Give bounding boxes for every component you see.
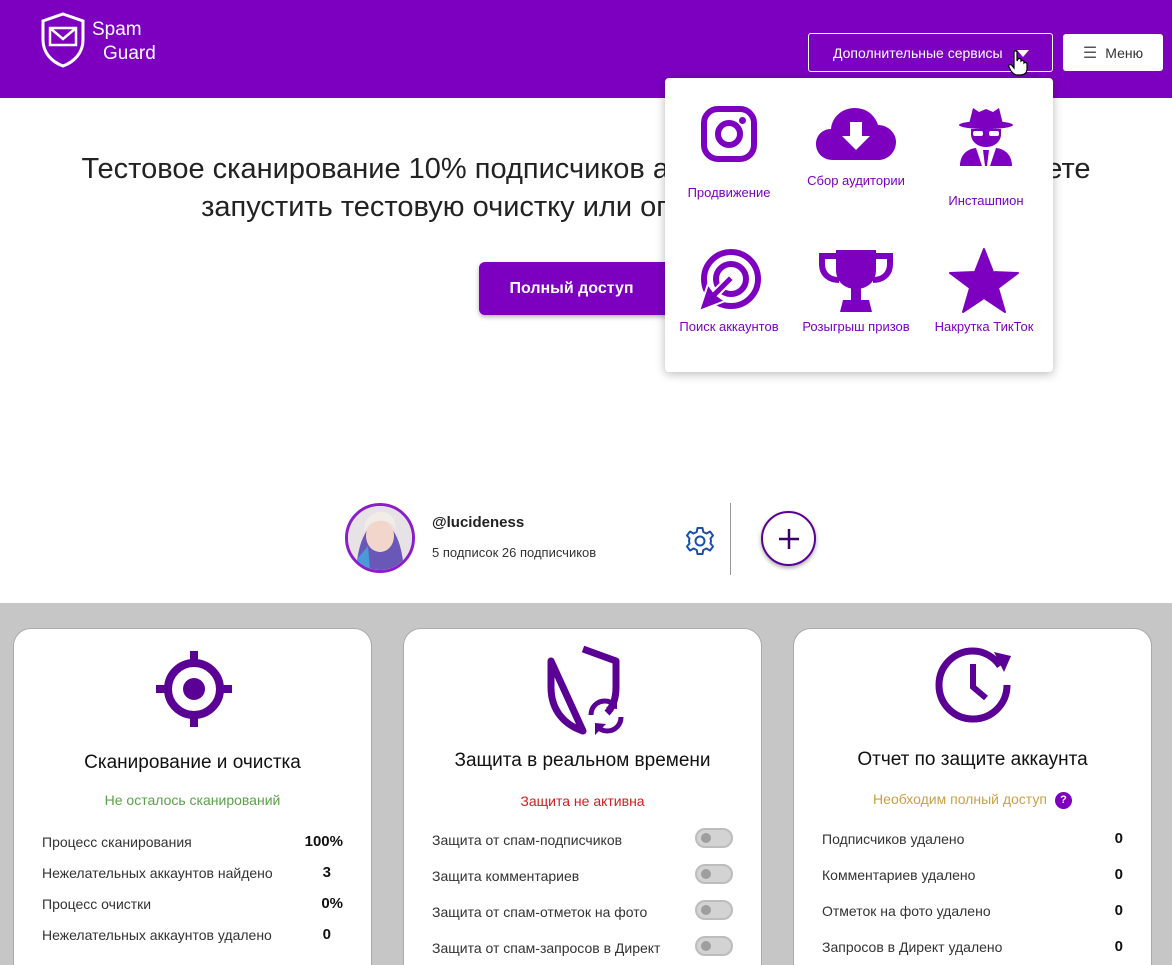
service-promotion[interactable]: Продвижение — [665, 106, 793, 200]
clock-history-icon — [935, 647, 1011, 723]
stat-label: Комментариев удалено — [822, 867, 976, 883]
crosshair-icon — [156, 651, 232, 727]
stat-value: 0 — [1114, 902, 1123, 919]
protection-toggle[interactable] — [695, 864, 733, 884]
stat-value: 0 — [1114, 830, 1123, 847]
stat-row: Нежелательных аккаунтов найдено 3 — [42, 864, 343, 881]
protection-row: Защита от спам-подписчиков — [432, 828, 733, 848]
card-scan-cleanup: Сканирование и очистка Не осталось скани… — [13, 628, 372, 965]
card-realtime-protection: Защита в реальном времени Защита не акти… — [403, 628, 762, 965]
stat-label: Процесс сканирования — [42, 834, 192, 850]
stat-label: Отметок на фото удалено — [822, 903, 991, 919]
add-account-button[interactable] — [761, 511, 816, 566]
service-account-search[interactable]: Поиск аккаунтов — [665, 248, 793, 334]
service-label: Накрутка ТикТок — [934, 319, 1034, 334]
star-icon — [949, 248, 1019, 313]
stat-row: Запросов в Директ удалено 0 — [822, 938, 1123, 955]
service-label: Поиск аккаунтов — [679, 319, 779, 334]
plus-icon — [778, 528, 799, 549]
additional-services-label: Дополнительные сервисы — [833, 44, 1003, 61]
full-access-label: Полный доступ — [509, 279, 634, 297]
avatar-photo — [348, 506, 412, 570]
trophy-icon — [819, 250, 893, 312]
cloud-download-icon — [816, 108, 896, 160]
stat-row: Процесс сканирования 100% — [42, 833, 343, 850]
service-instaspy[interactable]: Инсташпион — [919, 104, 1053, 208]
stat-value: 0% — [321, 895, 343, 912]
service-label: Продвижение — [687, 185, 771, 200]
protection-label: Защита от спам-запросов в Директ — [432, 940, 661, 956]
logo-line2: Guard — [103, 43, 156, 64]
stat-row: Подписчиков удалено 0 — [822, 830, 1123, 847]
stat-value: 0 — [1114, 938, 1123, 955]
service-audience[interactable]: Сбор аудитории — [793, 104, 919, 188]
protection-row: Защита от спам-отметок на фото — [432, 900, 733, 920]
account-username: @lucideness — [432, 514, 525, 531]
card-status: Не осталось сканирований — [104, 792, 281, 808]
protection-toggle[interactable] — [695, 900, 733, 920]
help-icon[interactable]: ? — [1054, 791, 1072, 809]
menu-label: Меню — [1105, 44, 1144, 61]
protection-row: Защита от спам-запросов в Директ — [432, 936, 733, 956]
service-label: Инсташпион — [948, 193, 1024, 208]
card-status: Необходим полный доступ? — [794, 791, 1151, 809]
stat-label: Запросов в Директ удалено — [822, 939, 1003, 955]
card-title: Защита в реальном времени — [454, 750, 711, 771]
instagram-icon — [701, 106, 757, 162]
protection-toggle[interactable] — [695, 828, 733, 848]
protection-label: Защита от спам-отметок на фото — [432, 904, 648, 920]
protection-label: Защита от спам-подписчиков — [432, 832, 623, 848]
shield-sync-icon — [547, 645, 624, 735]
account-stats: 5 подписок 26 подписчиков — [432, 545, 597, 560]
gear-icon[interactable] — [684, 525, 716, 557]
hamburger-icon: ☰ — [1082, 44, 1098, 62]
service-label: Сбор аудитории — [807, 173, 905, 188]
card-protection-report: Отчет по защите аккаунта Необходим полны… — [793, 628, 1152, 965]
card-status: Защита не активна — [520, 793, 645, 809]
card-title: Отчет по защите аккаунта — [857, 749, 1088, 770]
stat-row: Процесс очистки 0% — [42, 895, 343, 912]
protection-row: Защита комментариев — [432, 864, 733, 884]
service-tiktok-boost[interactable]: Накрутка ТикТок — [919, 248, 1049, 334]
card-title: Сканирование и очистка — [84, 752, 301, 773]
stat-row: Нежелательных аккаунтов удалено 0 — [42, 926, 343, 943]
divider — [730, 503, 731, 575]
service-label: Розыгрыш призов — [802, 319, 910, 334]
protection-toggle[interactable] — [695, 936, 733, 956]
service-giveaway[interactable]: Розыгрыш призов — [793, 248, 919, 334]
stat-row: Комментариев удалено 0 — [822, 866, 1123, 883]
stat-value: 3 — [322, 864, 331, 881]
avatar[interactable] — [345, 503, 415, 573]
stat-row: Отметок на фото удалено 0 — [822, 902, 1123, 919]
logo[interactable]: Spam Guard — [40, 12, 156, 68]
target-arrow-icon — [697, 249, 761, 313]
stat-label: Нежелательных аккаунтов удалено — [42, 927, 272, 943]
logo-line1: Spam — [92, 19, 142, 40]
spy-icon — [959, 108, 1013, 166]
services-dropdown: Продвижение Сбор аудитории Инсташпион По… — [665, 78, 1053, 372]
stat-label: Процесс очистки — [42, 896, 152, 912]
stat-value: 0 — [1114, 866, 1123, 883]
page: Spam Guard Дополнительные сервисы ☰ Меню… — [0, 0, 1172, 965]
protection-label: Защита комментариев — [432, 868, 580, 884]
stat-value: 100% — [304, 833, 343, 850]
menu-button[interactable]: ☰ Меню — [1063, 34, 1163, 71]
hand-cursor-icon — [1008, 50, 1028, 76]
stat-value: 0 — [322, 926, 331, 943]
shield-envelope-icon — [41, 12, 85, 68]
card-status-text: Необходим полный доступ — [873, 791, 1047, 807]
stat-label: Подписчиков удалено — [822, 831, 965, 847]
stat-label: Нежелательных аккаунтов найдено — [42, 865, 273, 881]
logo-text: Spam Guard — [92, 18, 156, 66]
